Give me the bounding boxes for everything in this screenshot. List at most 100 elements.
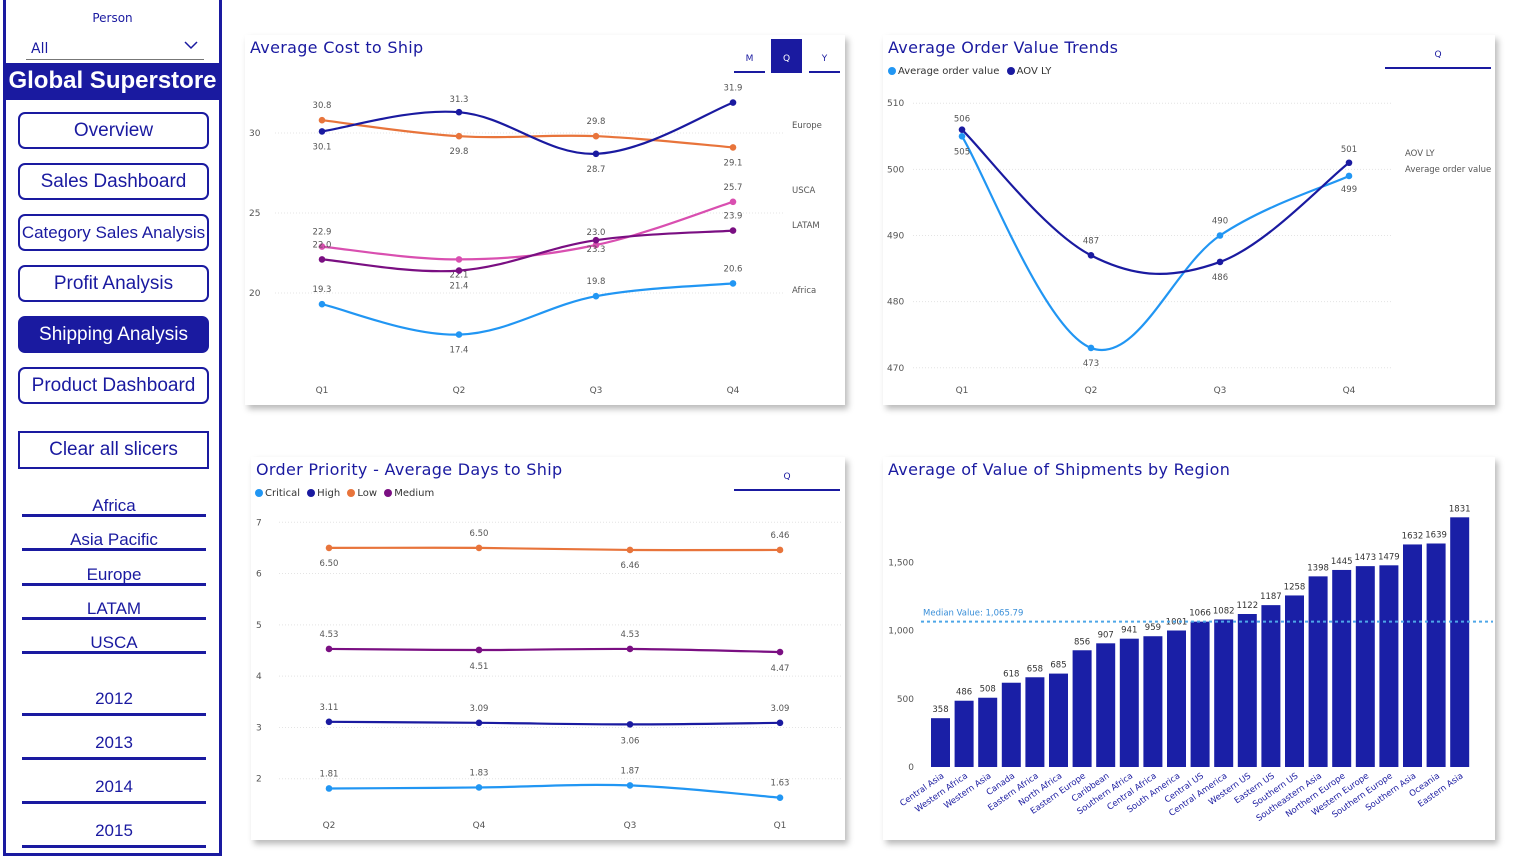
data-point bbox=[318, 128, 326, 135]
data-point bbox=[325, 544, 333, 552]
region-slicer-latam[interactable]: LATAM bbox=[22, 598, 206, 620]
bar-value-label: 658 bbox=[1027, 664, 1043, 674]
bar-value-label: 1445 bbox=[1331, 557, 1353, 567]
year-slicer-2015[interactable]: 2015 bbox=[22, 821, 206, 848]
bar-value-label: 1066 bbox=[1189, 609, 1211, 619]
data-label: 487 bbox=[1083, 236, 1099, 246]
bar-value-label: 618 bbox=[1003, 670, 1019, 680]
data-label: 1.81 bbox=[320, 769, 339, 779]
bar-value-label: 1632 bbox=[1402, 531, 1424, 541]
clear-slicers-button[interactable]: Clear all slicers bbox=[18, 431, 209, 469]
data-label: 22.0 bbox=[313, 240, 332, 250]
data-point bbox=[475, 544, 483, 552]
data-label: 490 bbox=[1212, 217, 1228, 227]
data-point bbox=[325, 718, 333, 726]
data-label: 23.3 bbox=[587, 245, 606, 255]
region-slicer-africa[interactable]: Africa bbox=[22, 495, 206, 517]
data-point bbox=[318, 116, 326, 124]
x-tick-label: Q3 bbox=[624, 821, 637, 831]
x-tick-label: Q2 bbox=[323, 821, 336, 831]
data-point bbox=[776, 648, 784, 656]
y-tick-label: 4 bbox=[256, 672, 262, 682]
data-label: 3.06 bbox=[621, 736, 640, 746]
bar bbox=[1167, 630, 1186, 767]
bar-value-label: 1831 bbox=[1449, 504, 1471, 514]
bar-value-label: 1639 bbox=[1425, 531, 1447, 541]
nav-shipping-analysis-button[interactable]: Shipping Analysis bbox=[18, 316, 209, 353]
bar bbox=[1379, 565, 1399, 767]
aov-chart: 470 480 490 500 510 Q1 Q2 Q3 Q4 505 473 490 499 506 48… bbox=[887, 99, 1491, 396]
y-tick-label: 25 bbox=[249, 209, 260, 219]
data-label: 23.9 bbox=[724, 212, 743, 222]
bar bbox=[1237, 614, 1257, 767]
data-label: 21.4 bbox=[450, 282, 469, 292]
nav-overview-button[interactable]: Overview bbox=[18, 112, 209, 149]
data-point bbox=[475, 784, 483, 791]
cost-to-ship-chart: 20 25 30 Q1 Q2 Q3 Q4 30.8 29.8 29.8 29.1 Europe 30.1… bbox=[249, 84, 822, 396]
nav-sales-dashboard-button[interactable]: Sales Dashboard bbox=[18, 163, 209, 200]
x-tick-label: Q1 bbox=[956, 386, 969, 396]
region-slicer-usca[interactable]: USCA bbox=[22, 632, 206, 654]
data-point bbox=[1216, 258, 1224, 266]
series-end-label: AOV LY bbox=[1405, 149, 1435, 159]
series-name-label: LATAM bbox=[792, 221, 820, 231]
sidebar: Person All Global Superstore Overview Sa… bbox=[3, 0, 222, 856]
series-line bbox=[321, 119, 734, 149]
data-point bbox=[455, 267, 463, 274]
x-tick-label: Q3 bbox=[590, 386, 603, 396]
bar-value-label: 486 bbox=[956, 688, 972, 698]
data-label: 1.83 bbox=[470, 768, 489, 778]
year-slicer-2013[interactable]: 2013 bbox=[22, 733, 206, 760]
data-label: 29.8 bbox=[450, 147, 469, 157]
region-slicer-asia-pacific[interactable]: Asia Pacific bbox=[22, 529, 206, 551]
bar bbox=[978, 697, 998, 767]
bar bbox=[1261, 605, 1281, 767]
y-tick-label: 7 bbox=[256, 518, 262, 528]
bar bbox=[1025, 677, 1045, 767]
data-point bbox=[729, 280, 737, 287]
data-point bbox=[1345, 159, 1353, 167]
data-label: 506 bbox=[954, 115, 970, 125]
series-name-label: USCA bbox=[792, 186, 816, 196]
x-tick-label: Q2 bbox=[453, 386, 466, 396]
y-tick-label: 3 bbox=[256, 723, 262, 733]
bar bbox=[1450, 517, 1470, 767]
shipments-card: Average of Value of Shipments by Region … bbox=[883, 457, 1495, 840]
x-tick-label: Q4 bbox=[473, 821, 486, 831]
nav-product-dashboard-button[interactable]: Product Dashboard bbox=[18, 367, 209, 404]
data-point bbox=[729, 198, 737, 206]
data-label: 31.9 bbox=[724, 84, 743, 94]
year-slicer-2014[interactable]: 2014 bbox=[22, 777, 206, 804]
data-point bbox=[626, 645, 634, 653]
y-tick-label: 1,500 bbox=[888, 558, 914, 568]
y-tick-label: 490 bbox=[887, 232, 904, 242]
bar bbox=[1049, 673, 1068, 767]
data-label: 4.53 bbox=[320, 630, 339, 640]
region-slicer-europe[interactable]: Europe bbox=[22, 564, 206, 586]
priority-card: Order Priority - Average Days to Ship Cr… bbox=[251, 457, 845, 840]
data-label: 3.09 bbox=[470, 704, 489, 714]
data-point bbox=[318, 300, 326, 308]
person-dropdown[interactable]: All bbox=[26, 34, 204, 60]
data-label: 30.8 bbox=[313, 101, 332, 111]
series-line bbox=[328, 647, 781, 654]
data-point bbox=[729, 227, 737, 234]
data-point bbox=[1087, 344, 1095, 352]
bar-value-label: 358 bbox=[932, 705, 948, 715]
nav-category-sales-button[interactable]: Category Sales Analysis bbox=[18, 214, 209, 251]
bar-value-label: 1187 bbox=[1260, 592, 1282, 602]
data-label: 19.3 bbox=[313, 285, 332, 295]
data-point bbox=[776, 546, 784, 554]
year-slicer-2012[interactable]: 2012 bbox=[22, 689, 206, 716]
data-label: 6.46 bbox=[771, 531, 790, 541]
data-label: 501 bbox=[1341, 145, 1357, 155]
data-label: 505 bbox=[954, 147, 970, 157]
bar-value-label: 1122 bbox=[1236, 601, 1258, 611]
data-label: 19.8 bbox=[587, 277, 606, 287]
median-label: Median Value: 1,065.79 bbox=[923, 609, 1023, 619]
series-line bbox=[328, 546, 781, 552]
nav-profit-analysis-button[interactable]: Profit Analysis bbox=[18, 265, 209, 302]
chevron-down-icon bbox=[184, 41, 198, 50]
data-point bbox=[626, 546, 634, 554]
y-tick-label: 500 bbox=[897, 695, 914, 705]
